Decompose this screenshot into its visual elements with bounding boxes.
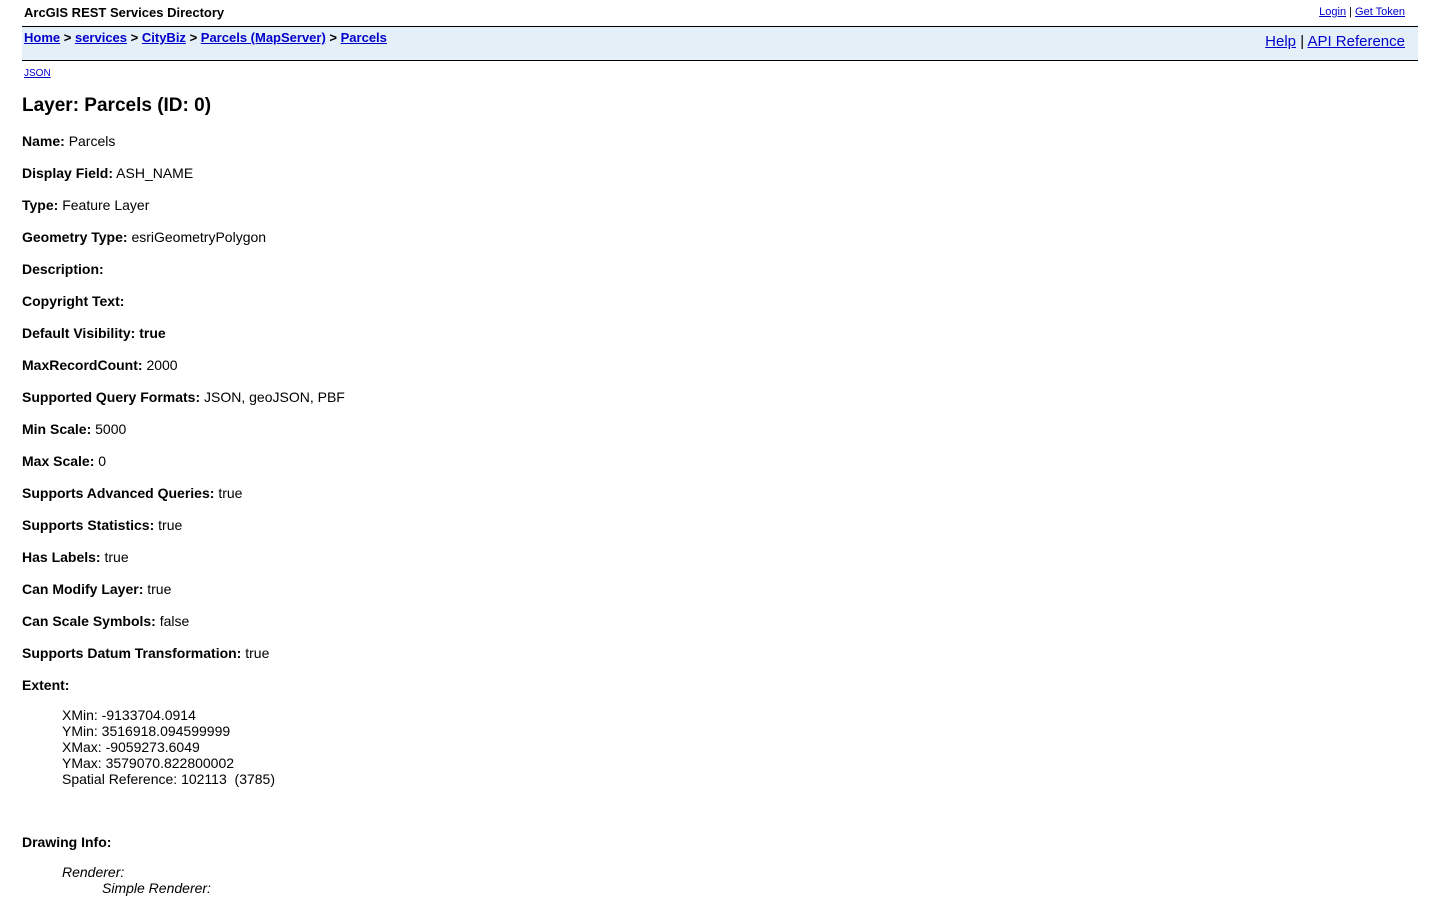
- renderer-label: Renderer:: [62, 864, 125, 880]
- breadcrumb-mapserver-link[interactable]: Parcels (MapServer): [201, 30, 326, 45]
- property-value: true: [104, 549, 129, 565]
- property-label: Min Scale:: [22, 421, 92, 437]
- property-label: Copyright Text:: [22, 293, 125, 309]
- extent-spatial-reference: Spatial Reference: 102113 (3785): [62, 771, 275, 787]
- property-type: Type: Feature Layer: [22, 196, 345, 228]
- help-link[interactable]: Help: [1265, 33, 1296, 50]
- property-default-visibility: Default Visibility: true: [22, 324, 345, 356]
- property-name: Name: Parcels: [22, 132, 345, 164]
- property-supports-advanced-queries: Supports Advanced Queries: true: [22, 484, 345, 516]
- property-label: Can Scale Symbols:: [22, 613, 156, 629]
- property-value: JSON, geoJSON, PBF: [204, 389, 345, 405]
- property-label: Geometry Type:: [22, 229, 128, 245]
- property-value: 5000: [95, 421, 127, 437]
- property-supported-query-formats: Supported Query Formats: JSON, geoJSON, …: [22, 388, 345, 420]
- property-value: true: [147, 581, 172, 597]
- breadcrumb-separator: >: [63, 30, 72, 45]
- property-geometry-type: Geometry Type: esriGeometryPolygon: [22, 228, 345, 260]
- breadcrumb: Home > services > CityBiz > Parcels (Map…: [24, 30, 387, 45]
- breadcrumb-separator: >: [189, 30, 198, 45]
- property-label: MaxRecordCount:: [22, 357, 143, 373]
- extent-details: XMin: -9133704.0914 YMin: 3516918.094599…: [62, 707, 275, 787]
- simple-renderer-label: Simple Renderer:: [102, 880, 211, 896]
- breadcrumb-home-link[interactable]: Home: [24, 30, 60, 45]
- property-value: 0: [98, 453, 107, 469]
- property-value: Feature Layer: [62, 197, 150, 213]
- property-max-record-count: MaxRecordCount: 2000: [22, 356, 345, 388]
- property-label: Can Modify Layer:: [22, 581, 144, 597]
- layer-properties: Name: Parcels Display Field: ASH_NAME Ty…: [22, 132, 345, 708]
- property-can-scale-symbols: Can Scale Symbols: false: [22, 612, 345, 644]
- app-title: ArcGIS REST Services Directory: [24, 5, 225, 20]
- property-min-scale: Min Scale: 5000: [22, 420, 345, 452]
- breadcrumb-parcels-link[interactable]: Parcels: [341, 30, 387, 45]
- page-title: Layer: Parcels (ID: 0): [22, 95, 212, 116]
- property-has-labels: Has Labels: true: [22, 548, 345, 580]
- property-label: Has Labels:: [22, 549, 101, 565]
- breadcrumb-citybiz-link[interactable]: CityBiz: [142, 30, 186, 45]
- property-label: Display Field:: [22, 165, 114, 181]
- property-label: Max Scale:: [22, 453, 95, 469]
- help-links: Help | API Reference: [1265, 33, 1405, 50]
- extent-ymin: YMin: 3516918.094599999: [62, 723, 231, 739]
- json-link[interactable]: JSON: [24, 68, 51, 79]
- extent-ymax: YMax: 3579070.822800002: [62, 755, 235, 771]
- extent-xmin: XMin: -9133704.0914: [62, 707, 196, 723]
- property-copyright-text: Copyright Text:: [22, 292, 345, 324]
- property-value: ASH_NAME: [116, 165, 194, 181]
- property-label: Supported Query Formats:: [22, 389, 201, 405]
- property-label: Type:: [22, 197, 59, 213]
- api-reference-link[interactable]: API Reference: [1307, 33, 1405, 50]
- drawing-info-label: Drawing Info:: [22, 834, 112, 850]
- property-supports-datum-transformation: Supports Datum Transformation: true: [22, 644, 345, 676]
- help-separator: |: [1300, 33, 1305, 50]
- property-label: Name:: [22, 133, 65, 149]
- property-display-field: Display Field: ASH_NAME: [22, 164, 345, 196]
- auth-links: Login | Get Token: [1319, 6, 1405, 18]
- nav-bar: Home > services > CityBiz > Parcels (Map…: [22, 27, 1418, 61]
- property-max-scale: Max Scale: 0: [22, 452, 345, 484]
- property-label: Description:: [22, 261, 104, 277]
- property-extent: Extent:: [22, 676, 345, 708]
- property-can-modify-layer: Can Modify Layer: true: [22, 580, 345, 612]
- breadcrumb-separator: >: [329, 30, 338, 45]
- breadcrumb-separator: >: [130, 30, 139, 45]
- property-description: Description:: [22, 260, 345, 292]
- property-label: Supports Advanced Queries:: [22, 485, 215, 501]
- property-value: true: [218, 485, 243, 501]
- property-supports-statistics: Supports Statistics: true: [22, 516, 345, 548]
- property-value: esriGeometryPolygon: [131, 229, 267, 245]
- property-value: false: [159, 613, 190, 629]
- login-link[interactable]: Login: [1319, 6, 1346, 18]
- property-value: Parcels: [68, 133, 116, 149]
- property-label: Supports Statistics:: [22, 517, 155, 533]
- property-label: Extent:: [22, 677, 70, 693]
- extent-xmax: XMax: -9059273.6049: [62, 739, 200, 755]
- property-value: true: [139, 325, 166, 341]
- property-value: true: [158, 517, 183, 533]
- breadcrumb-services-link[interactable]: services: [75, 30, 127, 45]
- auth-separator: |: [1349, 6, 1352, 18]
- get-token-link[interactable]: Get Token: [1355, 6, 1405, 18]
- property-label: Default Visibility:: [22, 325, 136, 341]
- property-value: true: [245, 645, 270, 661]
- property-label: Supports Datum Transformation:: [22, 645, 242, 661]
- property-value: 2000: [146, 357, 178, 373]
